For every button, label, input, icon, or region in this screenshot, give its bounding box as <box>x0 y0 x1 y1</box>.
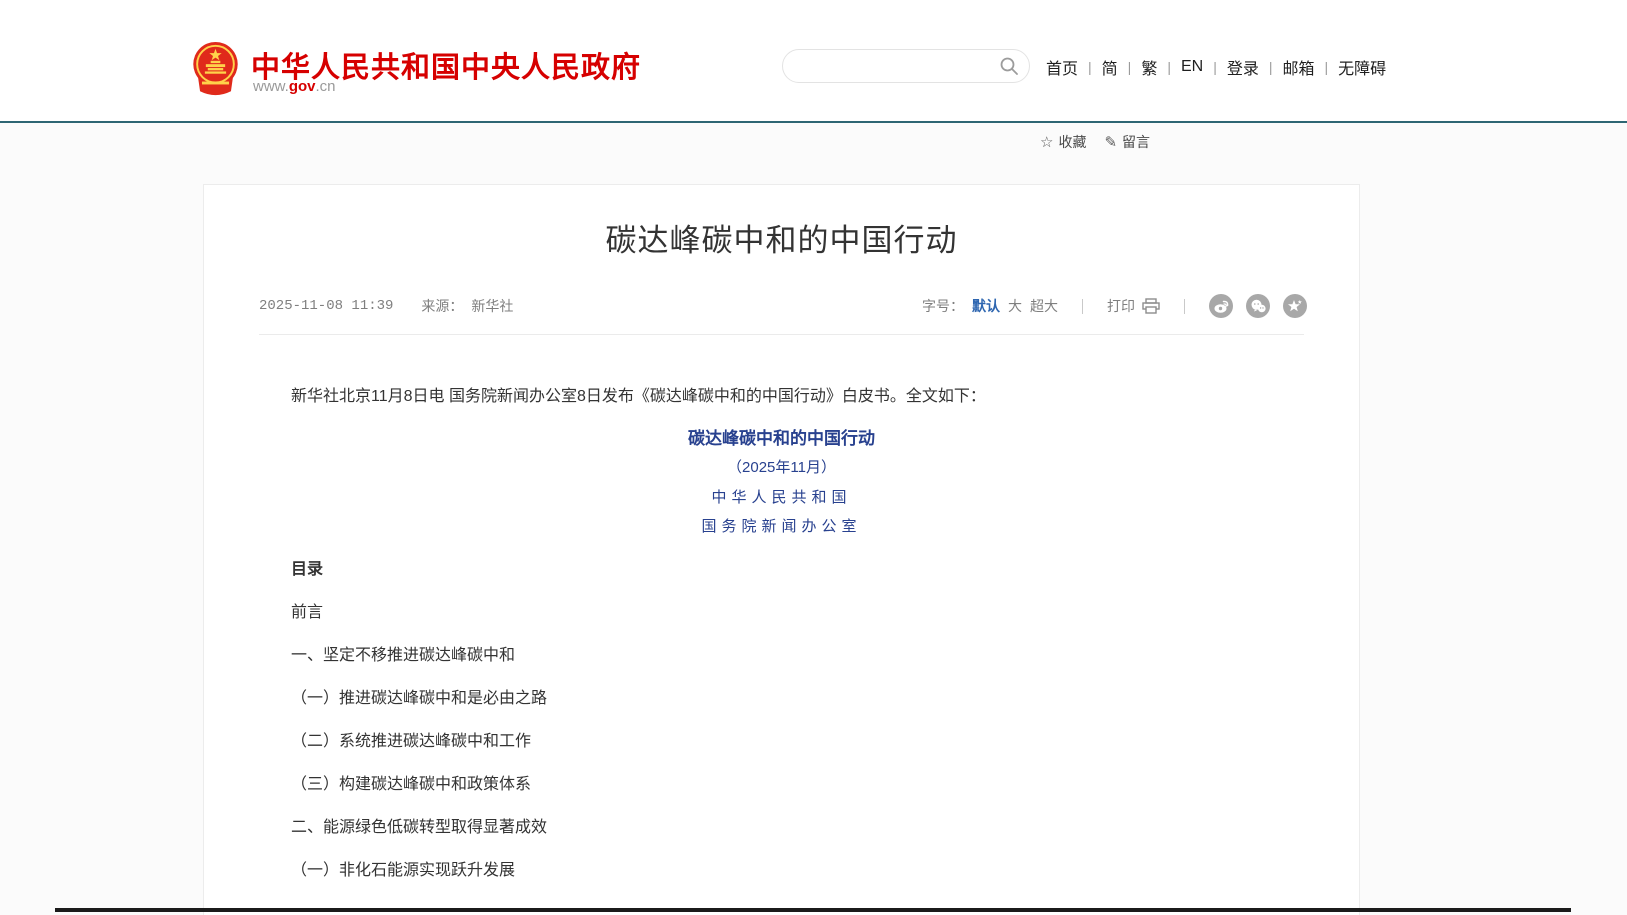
message-label: 留言 <box>1122 132 1150 152</box>
printer-icon <box>1142 298 1160 314</box>
favorite-button[interactable]: ☆ 收藏 <box>1040 132 1086 152</box>
font-size-xlarge[interactable]: 超大 <box>1030 296 1058 316</box>
source-label: 来源： <box>421 296 463 316</box>
article-title: 碳达峰碳中和的中国行动 <box>204 215 1359 260</box>
toc-item: 一、坚定不移推进碳达峰碳中和 <box>259 648 1304 664</box>
search-box <box>782 49 1030 83</box>
article-toolbar: ☆ 收藏 ✎ 留言 <box>1040 132 1165 152</box>
nav-english[interactable]: EN <box>1181 58 1203 76</box>
toc-item: 二、能源绿色低碳转型取得显著成效 <box>259 820 1304 836</box>
top-nav: 首页 | 简 | 繁 | EN | 登录 | 邮箱 | 无障碍 <box>1046 56 1386 78</box>
message-button[interactable]: ✎ 留言 <box>1104 132 1150 152</box>
nav-accessibility[interactable]: 无障碍 <box>1338 55 1386 79</box>
nav-simplified[interactable]: 简 <box>1102 55 1118 79</box>
article-date: 2025-11-08 11:39 <box>259 298 393 314</box>
article-meta-right: 字号： 默认 大 超大 打印 <box>922 294 1307 318</box>
national-emblem-logo <box>192 41 239 97</box>
site-url-gov: gov <box>289 78 316 95</box>
nav-login[interactable]: 登录 <box>1227 55 1259 79</box>
star-icon: ☆ <box>1040 133 1053 151</box>
page: 中华人民共和国中央人民政府 www.gov.cn 首页 | 简 | 繁 | EN… <box>0 0 1627 915</box>
print-label: 打印 <box>1107 296 1135 316</box>
meta-divider-line <box>259 334 1304 335</box>
document-date: （2025年11月） <box>204 459 1359 477</box>
toc-item: 前言 <box>259 605 1304 621</box>
table-of-contents: 目录 前言 一、坚定不移推进碳达峰碳中和 （一）推进碳达峰碳中和是必由之路 （二… <box>259 562 1304 906</box>
nav-separator: | <box>1128 59 1132 75</box>
meta-separator <box>1082 299 1083 314</box>
wechat-share-icon[interactable] <box>1246 294 1270 318</box>
toc-title: 目录 <box>259 562 1304 578</box>
site-header: 中华人民共和国中央人民政府 www.gov.cn 首页 | 简 | 繁 | EN… <box>0 0 1627 122</box>
search-input[interactable] <box>799 58 999 74</box>
nav-separator: | <box>1213 59 1217 75</box>
document-author-line2: 国务院新闻办公室 <box>204 517 1359 535</box>
favorite-label: 收藏 <box>1058 132 1086 152</box>
star-share-icon[interactable] <box>1283 294 1307 318</box>
nav-home[interactable]: 首页 <box>1046 55 1078 79</box>
bottom-edge-line <box>55 908 1571 912</box>
source-value[interactable]: 新华社 <box>471 296 513 316</box>
document-author-line1: 中华人民共和国 <box>204 488 1359 506</box>
nav-separator: | <box>1269 59 1273 75</box>
site-url: www.gov.cn <box>253 78 336 95</box>
document-heading-block: 碳达峰碳中和的中国行动 （2025年11月） 中华人民共和国 国务院新闻办公室 <box>204 430 1359 546</box>
font-size-default[interactable]: 默认 <box>972 296 1000 316</box>
pen-icon: ✎ <box>1104 133 1117 151</box>
nav-separator: | <box>1325 59 1329 75</box>
site-url-www: www. <box>253 78 289 95</box>
article-meta-left: 2025-11-08 11:39 来源： 新华社 <box>259 296 513 316</box>
toc-item: （二）系统推进碳达峰碳中和工作 <box>259 734 1304 750</box>
nav-mail[interactable]: 邮箱 <box>1283 55 1315 79</box>
document-title: 碳达峰碳中和的中国行动 <box>204 430 1359 448</box>
nav-traditional[interactable]: 繁 <box>1141 55 1157 79</box>
toc-item: （一）推进碳达峰碳中和是必由之路 <box>259 691 1304 707</box>
font-size-label: 字号： <box>922 296 964 316</box>
meta-separator <box>1184 299 1185 314</box>
toc-item: （三）构建碳达峰碳中和政策体系 <box>259 777 1304 793</box>
font-size-large[interactable]: 大 <box>1008 296 1022 316</box>
article-meta-row: 2025-11-08 11:39 来源： 新华社 字号： 默认 大 超大 打印 <box>259 293 1307 319</box>
article-card: 碳达峰碳中和的中国行动 2025-11-08 11:39 来源： 新华社 字号：… <box>203 184 1360 915</box>
nav-separator: | <box>1088 59 1092 75</box>
site-url-cn: .cn <box>316 78 336 95</box>
search-icon[interactable] <box>999 56 1019 76</box>
toc-item: （一）非化石能源实现跃升发展 <box>259 863 1304 879</box>
share-icons <box>1209 294 1307 318</box>
weibo-share-icon[interactable] <box>1209 294 1233 318</box>
nav-separator: | <box>1167 59 1171 75</box>
print-button[interactable]: 打印 <box>1107 296 1160 316</box>
lead-paragraph: 新华社北京11月8日电 国务院新闻办公室8日发布《碳达峰碳中和的中国行动》白皮书… <box>259 385 1304 409</box>
